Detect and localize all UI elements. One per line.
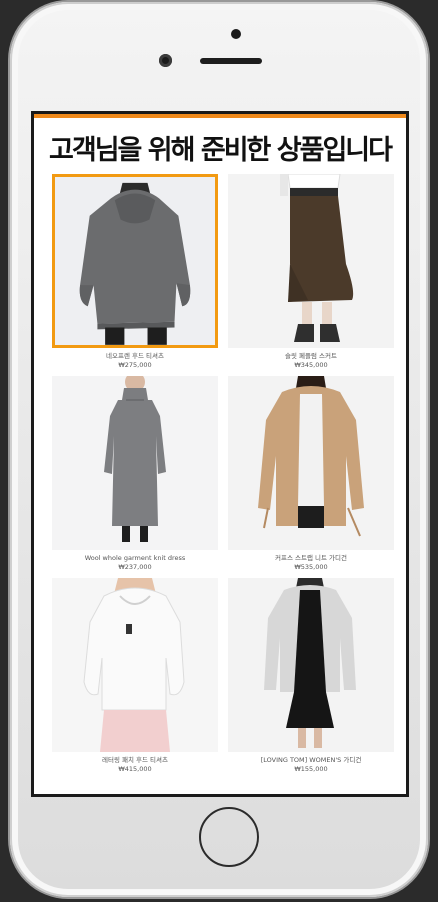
product-image-gray-hoodie[interactable] [52, 174, 218, 348]
product-price: ₩535,000 [294, 563, 328, 571]
white-hoodie-illustration [52, 578, 218, 752]
product-card-loving-tom-cardigan[interactable]: [LOVING TOM] WOMEN'S 가디건 ₩155,000 [228, 578, 394, 774]
front-camera-icon [159, 54, 172, 67]
product-image-gray-dress[interactable] [52, 376, 218, 550]
earpiece-speaker-icon [200, 58, 262, 64]
gray-cardigan-illustration [228, 578, 394, 752]
product-card-white-hoodie[interactable]: 레터링 패치 후드 티셔츠 ₩415,000 [52, 578, 218, 774]
gray-hoodie-illustration [55, 177, 215, 345]
product-image-camel-cardigan[interactable] [228, 376, 394, 550]
product-image-gray-cardigan[interactable] [228, 578, 394, 752]
product-price: ₩237,000 [118, 563, 152, 571]
camel-cardigan-illustration [228, 376, 394, 550]
product-card-knit-dress[interactable]: Wool whole garment knit dress ₩237,000 [52, 376, 218, 572]
sensor-dot-icon [231, 29, 241, 39]
product-name[interactable]: 레터링 패치 후드 티셔츠 [102, 756, 168, 765]
product-image-brown-skirt[interactable] [228, 174, 394, 348]
brown-skirt-illustration [228, 174, 394, 348]
product-card-skirt[interactable]: 슬릿 페플럼 스커트 ₩345,000 [228, 174, 394, 370]
product-card-hoodie[interactable]: 네오프렌 후드 티셔츠 ₩275,000 [52, 174, 218, 370]
product-image-white-hoodie[interactable] [52, 578, 218, 752]
gray-dress-illustration [52, 376, 218, 550]
page-title: 고객님을 위해 준비한 상품입니다 [49, 135, 393, 166]
product-name[interactable]: 네오프렌 후드 티셔츠 [106, 352, 164, 361]
product-price: ₩155,000 [294, 765, 328, 773]
product-card-cardigan[interactable]: 커프스 스트랩 니트 가디건 ₩535,000 [228, 376, 394, 572]
product-price: ₩345,000 [294, 361, 328, 369]
product-name[interactable]: 슬릿 페플럼 스커트 [285, 352, 337, 361]
product-name[interactable]: [LOVING TOM] WOMEN'S 가디건 [261, 756, 362, 765]
product-name[interactable]: Wool whole garment knit dress [85, 554, 186, 563]
home-button-icon[interactable] [199, 807, 259, 867]
product-price: ₩275,000 [118, 361, 152, 369]
product-name[interactable]: 커프스 스트랩 니트 가디건 [275, 554, 347, 563]
app-screen: 고객님을 위해 준비한 상품입니다 네오프렌 후드 티셔츠 ₩275,000 슬… [31, 111, 409, 797]
product-grid: 네오프렌 후드 티셔츠 ₩275,000 슬릿 페플럼 스커트 ₩345,000… [52, 174, 395, 774]
product-price: ₩415,000 [118, 765, 152, 773]
